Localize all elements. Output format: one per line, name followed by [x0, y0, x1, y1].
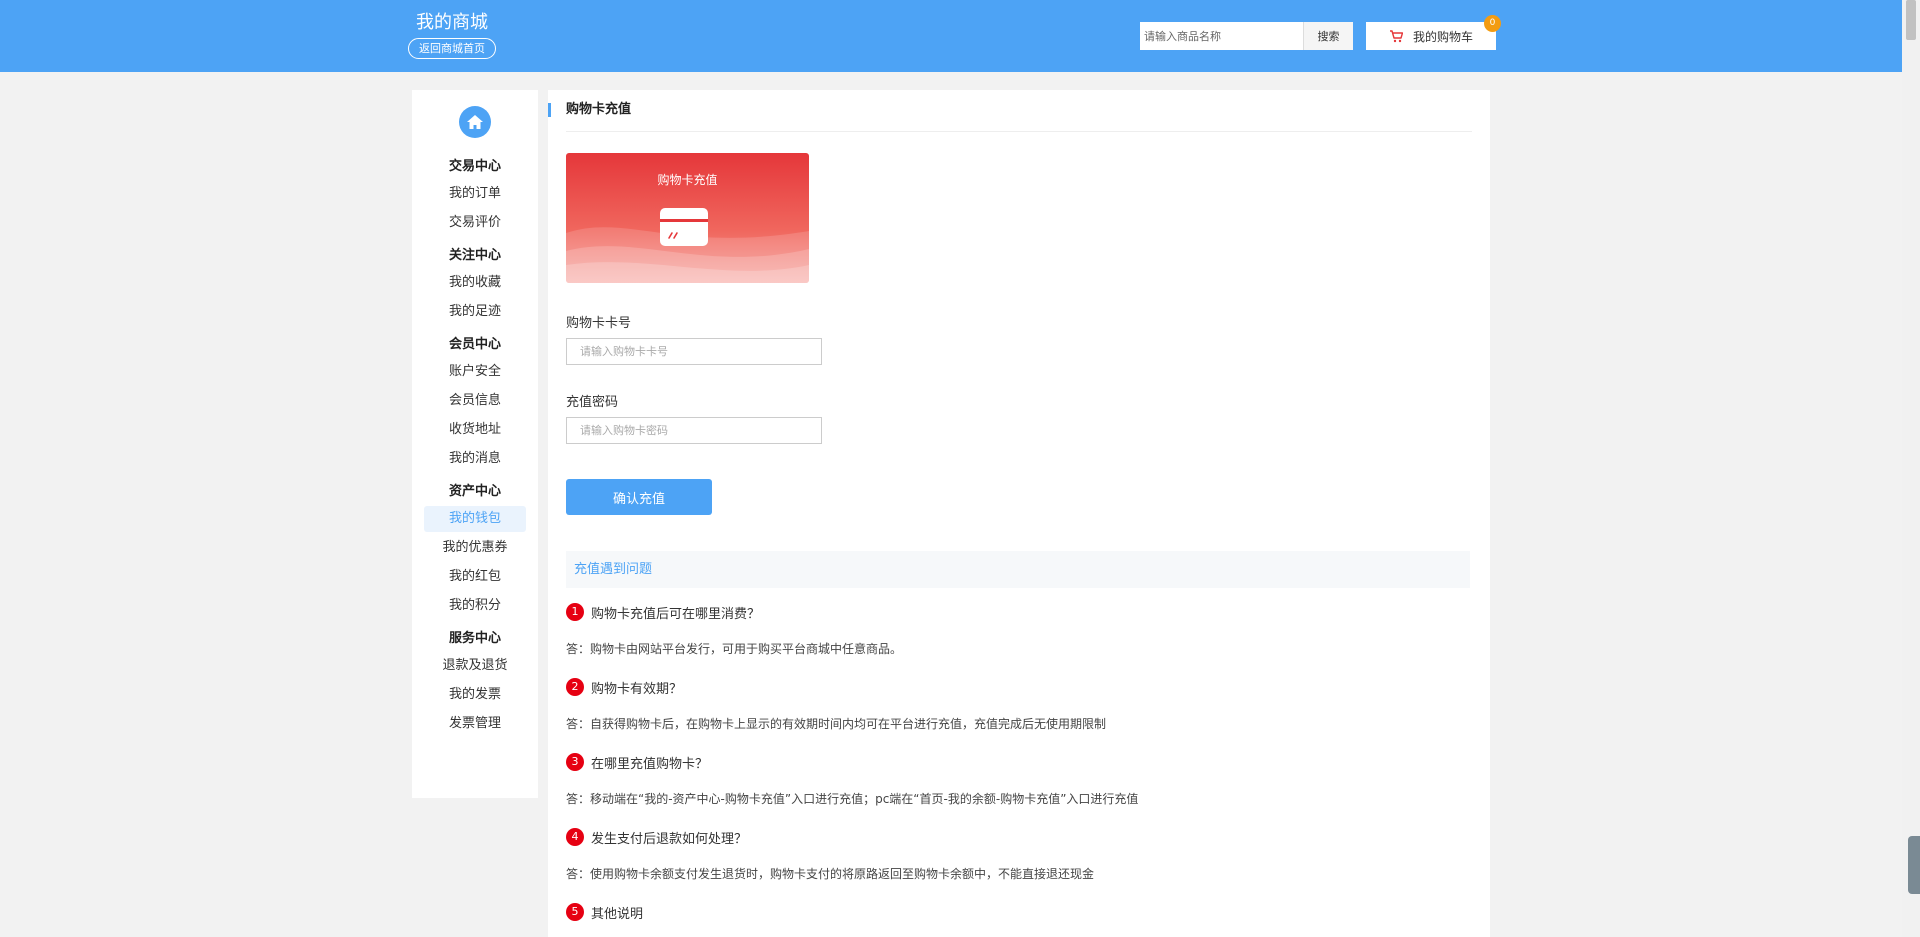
cart-label: 我的购物车 [1412, 29, 1473, 44]
faq-answer: 答：使用购物卡余额支付发生退货时，购物卡支付的将原路返回至购物卡余额中，不能直接… [566, 867, 1095, 881]
sidebar-item[interactable]: 我的发票 [424, 682, 526, 708]
faq-number-badge: 2 [566, 678, 584, 696]
sidebar-group-title: 资产中心 [448, 484, 501, 499]
faq-question-text: 在哪里充值购物卡？ [591, 756, 709, 772]
faq-answer: 答：移动端在“我的-资产中心-购物卡充值”入口进行充值；pc端在“首页-我的余额… [566, 792, 1139, 806]
floating-side-widget[interactable] [1908, 836, 1920, 894]
search-button[interactable]: 搜索 [1303, 22, 1353, 50]
faq-question: 5 其他说明 [566, 902, 1446, 922]
faq-item: 3 在哪里充值购物卡？ 答：移动端在“我的-资产中心-购物卡充值”入口进行充值；pc… [566, 752, 1446, 809]
shopping-card-banner: 购物卡充值 [566, 153, 809, 283]
faq-answer: 答：购物卡由网站平台发行，可用于购买平台商城中任意商品。 [566, 642, 903, 656]
sidebar-item[interactable]: 我的收藏 [424, 270, 526, 296]
page-scrollbar[interactable] [1902, 0, 1920, 937]
faq-question: 4 发生支付后退款如何处理？ [566, 827, 1446, 847]
cart-count-badge: 0 [1484, 15, 1501, 32]
confirm-recharge-button[interactable]: 确认充值 [566, 479, 712, 515]
faq-question: 3 在哪里充值购物卡？ [566, 752, 1446, 772]
faq-number-badge: 3 [566, 753, 584, 771]
faq-answer: 答：自获得购物卡后，在购物卡上显示的有效期时间内均可在平台进行充值，充值完成后无… [566, 717, 1107, 731]
faq-item: 1 购物卡充值后可在哪里消费？ 答：购物卡由网站平台发行，可用于购买平台商城中任意商… [566, 602, 1446, 659]
sidebar-menu: 交易中心我的订单交易评价关注中心我的收藏我的足迹会员中心账户安全会员信息收货地址… [412, 152, 538, 740]
sidebar: 交易中心我的订单交易评价关注中心我的收藏我的足迹会员中心账户安全会员信息收货地址… [412, 90, 538, 798]
faq-question: 1 购物卡充值后可在哪里消费？ [566, 602, 1446, 622]
sidebar-item[interactable]: 账户安全 [424, 359, 526, 385]
sidebar-item[interactable]: 发票管理 [424, 711, 526, 737]
card-number-input[interactable] [566, 338, 822, 365]
cart-button[interactable]: 我的购物车 0 [1366, 15, 1501, 50]
faq-question-text: 购物卡有效期？ [591, 681, 683, 697]
cart-icon [1389, 29, 1403, 43]
home-icon[interactable] [459, 106, 491, 138]
search-input[interactable] [1140, 22, 1303, 50]
faq-number-badge: 1 [566, 603, 584, 621]
sidebar-item[interactable]: 退款及退货 [424, 653, 526, 679]
faq-number-badge: 4 [566, 828, 584, 846]
page-title: 购物卡充值 [548, 100, 631, 120]
faq-heading: 充值遇到问题 [566, 551, 1470, 588]
brand-title: 我的商城 [416, 12, 488, 33]
card-number-label: 购物卡卡号 [566, 316, 632, 331]
scrollbar-thumb[interactable] [1906, 0, 1916, 40]
sidebar-item[interactable]: 我的积分 [424, 593, 526, 619]
sidebar-item[interactable]: 我的消息 [424, 446, 526, 472]
top-header: 我的商城 返回商城首页 搜索 我的购物车 0 [0, 0, 1902, 72]
card-banner-title: 购物卡充值 [657, 173, 718, 187]
search-box: 搜索 [1140, 22, 1353, 50]
main-panel: 购物卡充值 购物卡充值 购物卡卡号 充值密码 确认充值 充值遇到问题 1 购物卡充… [548, 90, 1490, 937]
sidebar-group-title: 服务中心 [448, 631, 501, 646]
card-icon [659, 207, 709, 251]
sidebar-item[interactable]: 交易评价 [424, 210, 526, 236]
sidebar-item[interactable]: 会员信息 [424, 388, 526, 414]
recharge-password-input[interactable] [566, 417, 822, 444]
brand: 我的商城 返回商城首页 [407, 10, 497, 59]
sidebar-item[interactable]: 我的订单 [424, 181, 526, 207]
sidebar-item[interactable]: 收货地址 [424, 417, 526, 443]
faq-item: 2 购物卡有效期？ 答：自获得购物卡后，在购物卡上显示的有效期时间内均可在平台进行充… [566, 677, 1446, 734]
sidebar-item[interactable]: 我的优惠券 [424, 535, 526, 561]
faq-number-badge: 5 [566, 903, 584, 921]
back-to-home-link[interactable]: 返回商城首页 [408, 38, 496, 59]
faq-question-text: 购物卡充值后可在哪里消费？ [591, 606, 761, 622]
password-label: 充值密码 [566, 395, 619, 410]
sidebar-group-title: 交易中心 [448, 159, 501, 174]
sidebar-group-title: 会员中心 [448, 337, 501, 352]
faq-item: 4 发生支付后退款如何处理？ 答：使用购物卡余额支付发生退货时，购物卡支付的将原路返… [566, 827, 1446, 884]
faq-question: 2 购物卡有效期？ [566, 677, 1446, 697]
sidebar-group-title: 关注中心 [448, 248, 501, 263]
faq-question-text: 其他说明 [591, 906, 644, 922]
sidebar-item[interactable]: 我的红包 [424, 564, 526, 590]
faq-item: 5 其他说明 [566, 902, 1446, 922]
sidebar-item[interactable]: 我的钱包 [424, 506, 526, 532]
title-divider [566, 131, 1472, 132]
sidebar-item[interactable]: 我的足迹 [424, 299, 526, 325]
faq-question-text: 发生支付后退款如何处理？ [591, 831, 748, 847]
